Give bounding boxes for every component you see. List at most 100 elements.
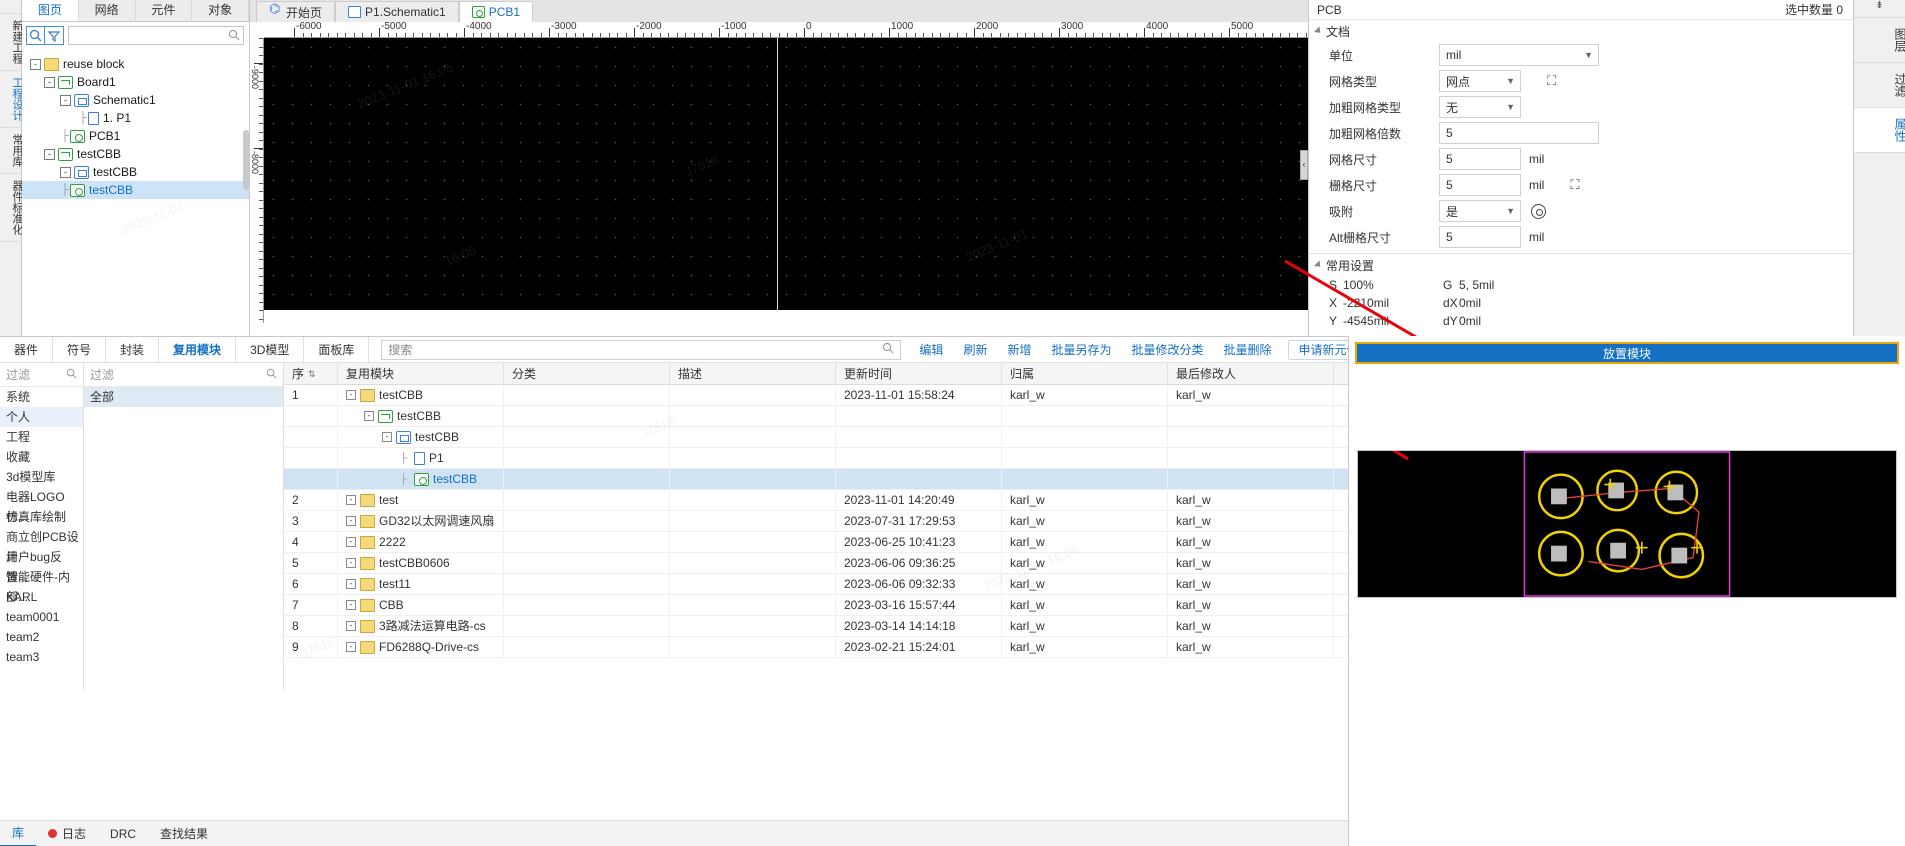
category-filter-input-secondary[interactable]: 过滤	[84, 363, 283, 387]
doc-tab-pcb[interactable]: PCB1	[458, 1, 534, 22]
category-item[interactable]: team3	[0, 647, 83, 667]
lib-tab-3d-models[interactable]: 3D模型	[236, 336, 305, 363]
expander-icon[interactable]: -	[346, 516, 356, 526]
expander-icon[interactable]: -	[346, 621, 356, 631]
rail-item-layers[interactable]: 图层	[1854, 18, 1905, 63]
horizontal-ruler[interactable]: -6000 -5000 -4000 -3000 -2000 -1000 0 1000 2000 3…	[264, 22, 1308, 38]
column-header[interactable]: 最后修改人	[1168, 363, 1334, 384]
grid-type-select[interactable]: 网点 ▼	[1439, 70, 1521, 92]
vertical-ruler[interactable]: -9000 -8000	[250, 38, 264, 323]
tree-node[interactable]: - testCBB	[22, 163, 249, 181]
column-header[interactable]: 更新时间	[836, 363, 1002, 384]
column-header[interactable]: 复用模块	[338, 363, 504, 384]
lib-tab-reuse-modules[interactable]: 复用模块	[159, 336, 237, 363]
action-new[interactable]: 新增	[997, 337, 1041, 363]
section-document[interactable]: 文档	[1309, 20, 1853, 42]
expander-icon[interactable]: -	[346, 642, 356, 652]
tab-nets[interactable]: 网络	[78, 0, 136, 21]
category-item[interactable]: 仿真库绘制	[0, 507, 83, 527]
expander-icon[interactable]: -	[30, 58, 41, 70]
expander-icon[interactable]: -	[44, 148, 55, 160]
action-batch-delete[interactable]: 批量删除	[1214, 337, 1282, 363]
footer-tab-library[interactable]: 库	[0, 821, 37, 846]
action-edit[interactable]: 编辑	[909, 337, 953, 363]
category-item[interactable]: 收藏	[0, 447, 83, 467]
category-item[interactable]: 电器LOGO标...	[0, 487, 83, 524]
rail-item-properties[interactable]: 属性	[1854, 108, 1905, 153]
bold-grid-type-select[interactable]: 无 ▼	[1439, 96, 1521, 118]
grid-size-input[interactable]: 5	[1439, 148, 1521, 170]
category-item[interactable]: 用户bug反馈...	[0, 547, 83, 584]
category-item[interactable]: 3d模型库	[0, 467, 83, 487]
sort-icon[interactable]: ⇅	[308, 363, 316, 385]
canvas-collapse-handle[interactable]: ‹	[1300, 150, 1308, 180]
column-header[interactable]: 分类	[504, 363, 670, 384]
category-item[interactable]: 工程	[0, 427, 83, 447]
link-snap-icon[interactable]: ⛶	[1570, 177, 1579, 193]
lib-tab-footprints[interactable]: 封装	[106, 336, 160, 363]
rail-item-filter[interactable]: 过滤	[1854, 63, 1905, 108]
module-preview[interactable]	[1357, 450, 1897, 598]
rail-item-device-standardization[interactable]: 器件标准化	[0, 174, 23, 242]
tree-node[interactable]: - testCBB	[22, 145, 249, 163]
rail-item-project-design[interactable]: 工程设计	[0, 71, 23, 128]
category-item[interactable]: KARL	[0, 587, 83, 607]
expander-icon[interactable]: -	[346, 390, 356, 400]
expander-icon[interactable]: -	[382, 432, 392, 442]
link-grid-icon[interactable]: ⛶	[1547, 73, 1556, 89]
column-header[interactable]: 归属	[1002, 363, 1168, 384]
expander-icon[interactable]: -	[364, 411, 374, 421]
tree-node[interactable]: - Schematic1	[22, 91, 249, 109]
category-filter-input-primary[interactable]: 过滤	[0, 363, 83, 387]
rail-item-common-library[interactable]: 常用库	[0, 128, 23, 174]
expander-icon[interactable]: -	[346, 495, 356, 505]
lib-tab-devices[interactable]: 器件	[0, 336, 54, 363]
doc-tab-home[interactable]: 开始页	[256, 1, 336, 22]
lib-tab-panel-library[interactable]: 面板库	[304, 336, 370, 363]
expander-icon[interactable]: -	[346, 579, 356, 589]
tree-node[interactable]: ├ PCB1	[22, 127, 249, 145]
tree-node[interactable]: ├ 1. P1	[22, 109, 249, 127]
tree-search-input[interactable]	[68, 26, 244, 45]
subcategory-item[interactable]: 全部	[84, 387, 283, 407]
footer-tab-drc[interactable]: DRC	[98, 821, 148, 846]
expander-icon[interactable]: -	[346, 537, 356, 547]
expander-icon[interactable]: -	[60, 166, 71, 178]
category-item[interactable]: 个人	[0, 407, 83, 427]
bold-grid-multiple-input[interactable]: 5	[1439, 122, 1599, 144]
snap-size-input[interactable]: 5	[1439, 174, 1521, 196]
category-item[interactable]: 系统	[0, 387, 83, 407]
expander-icon[interactable]: -	[346, 600, 356, 610]
alt-snap-size-input[interactable]: 5	[1439, 226, 1521, 248]
category-item[interactable]: team2	[0, 627, 83, 647]
section-common[interactable]: 常用设置	[1309, 254, 1853, 276]
lib-tab-symbols[interactable]: 符号	[53, 336, 107, 363]
action-refresh[interactable]: 刷新	[953, 337, 997, 363]
rail-item-new-project[interactable]: 新建工程	[0, 14, 23, 71]
snap-select[interactable]: 是 ▼	[1439, 200, 1521, 222]
filter-icon[interactable]	[45, 26, 64, 45]
tree-node-selected[interactable]: ├ testCBB	[22, 181, 249, 199]
action-batch-change-category[interactable]: 批量修改分类	[1121, 337, 1213, 363]
library-search-input[interactable]: 搜索	[381, 339, 902, 360]
tree-node[interactable]: - Board1	[22, 73, 249, 91]
column-header[interactable]: 描述	[670, 363, 836, 384]
category-item[interactable]: 商立创PCB设计	[0, 527, 83, 564]
place-module-button[interactable]: 放置模块	[1355, 342, 1899, 364]
expander-icon[interactable]: -	[346, 558, 356, 568]
tab-pages[interactable]: 图页	[22, 0, 79, 21]
category-item[interactable]: team0001	[0, 607, 83, 627]
column-header[interactable]: 序 ⇅	[284, 363, 338, 384]
rail-pin-icon[interactable]: ⇟	[1854, 0, 1905, 18]
footer-tab-find-results[interactable]: 查找结果	[148, 821, 220, 846]
tab-components[interactable]: 元件	[135, 0, 193, 21]
tree-node[interactable]: - reuse block	[22, 55, 249, 73]
action-batch-save-as[interactable]: 批量另存为	[1041, 337, 1121, 363]
tree-scrollbar[interactable]	[243, 130, 249, 190]
expander-icon[interactable]: -	[44, 76, 55, 88]
expander-icon[interactable]: -	[60, 94, 71, 106]
category-item[interactable]: 智能硬件-内部...	[0, 567, 83, 604]
gear-icon[interactable]	[1531, 203, 1546, 219]
tab-objects[interactable]: 对象	[192, 0, 249, 21]
unit-select[interactable]: mil ▼	[1439, 44, 1599, 66]
